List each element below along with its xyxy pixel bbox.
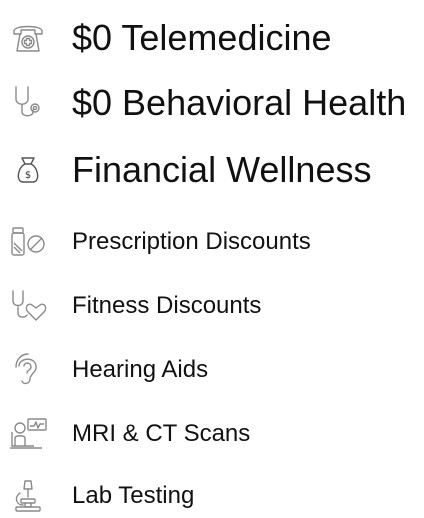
benefit-item-lab-testing[interactable]: Lab Testing [0,474,424,518]
benefit-label: Hearing Aids [72,356,209,383]
mri-scan-icon [8,412,48,456]
benefit-item-telemedicine[interactable]: $0 Telemedicine [0,14,424,62]
telephone-medical-icon [8,14,48,62]
benefit-item-mri-ct-scans[interactable]: MRI & CT Scans [0,412,424,456]
benefit-label: $0 Telemedicine [72,17,332,58]
money-bag-icon: $ [8,144,48,196]
benefit-label: MRI & CT Scans [72,420,251,447]
ear-icon [8,348,48,392]
benefit-label: $0 Behavioral Health [72,82,407,123]
pill-bottle-icon [8,220,48,264]
benefit-item-prescription-discounts[interactable]: Prescription Discounts [0,220,424,264]
stethoscope-heart-icon [8,284,48,328]
benefit-label: Prescription Discounts [72,228,311,255]
benefit-item-behavioral-health[interactable]: $0 Behavioral Health [0,77,424,129]
benefit-item-financial-wellness[interactable]: $ Financial Wellness [0,144,424,196]
benefit-item-fitness-discounts[interactable]: Fitness Discounts [0,284,424,328]
svg-text:$: $ [25,170,31,181]
benefit-item-hearing-aids[interactable]: Hearing Aids [0,348,424,392]
benefit-label: Fitness Discounts [72,292,262,319]
stethoscope-icon [8,77,48,129]
benefit-label: Financial Wellness [72,149,372,190]
benefit-list: $0 Telemedicine $0 Behavioral Health $ F… [0,0,424,512]
benefit-label: Lab Testing [72,482,195,509]
microscope-icon [8,474,48,518]
